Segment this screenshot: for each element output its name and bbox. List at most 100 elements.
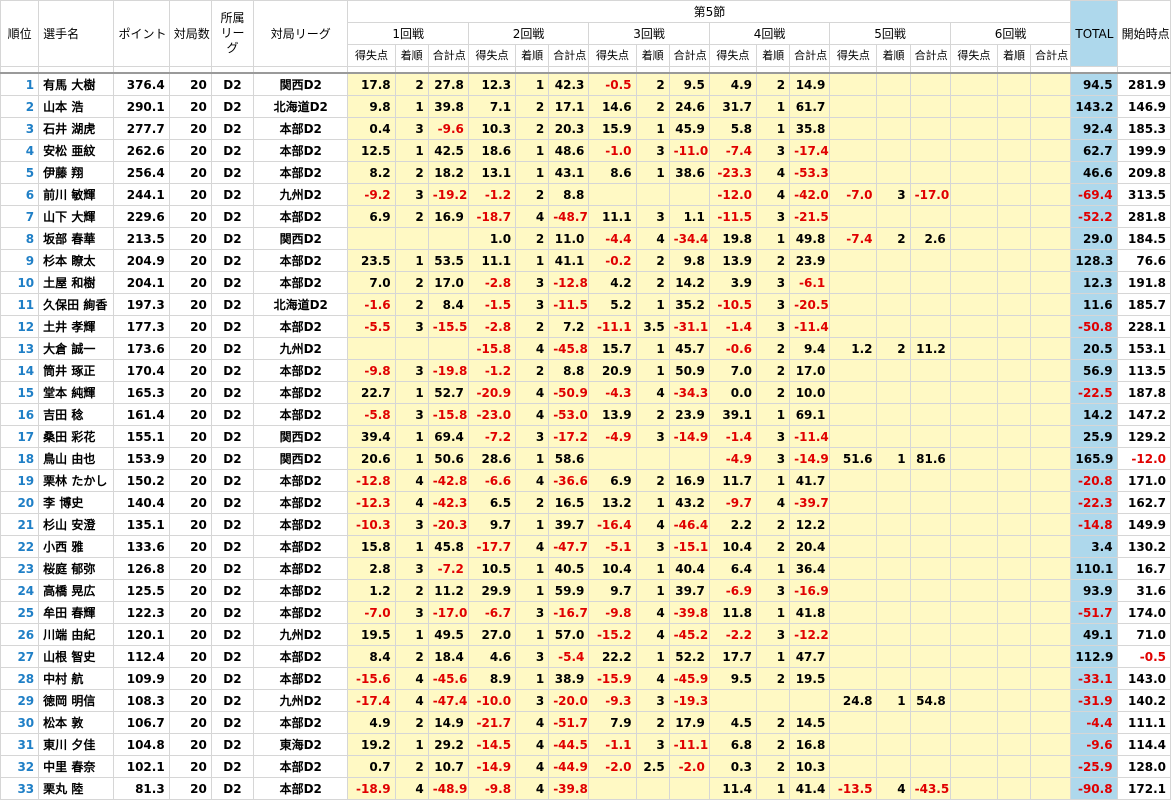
league-cell: 東海D2	[253, 733, 349, 756]
placing-cell: 1	[635, 557, 670, 580]
points-cell: 161.4	[113, 403, 170, 426]
subtotal-cell	[1030, 293, 1072, 316]
start-points-cell: 199.9	[1116, 139, 1171, 162]
player-name-cell: 山下 大輝	[38, 205, 115, 228]
total-cell: 92.4	[1070, 117, 1118, 140]
placing-cell: 2	[756, 249, 791, 272]
placing-cell: 2	[635, 72, 670, 96]
placing-cell: 1	[756, 95, 791, 118]
score-cell: 1.0	[467, 227, 517, 250]
subtotal-cell: 23.9	[789, 249, 831, 272]
subtotal-cell: -42.3	[427, 491, 469, 514]
player-name-cell: 李 博史	[38, 491, 115, 514]
total-cell: -90.8	[1070, 777, 1118, 800]
affiliation-cell: D2	[210, 161, 255, 184]
header-round-1: 1回戦	[347, 22, 469, 45]
subtotal-cell: 9.5	[668, 72, 710, 96]
placing-cell: 2	[635, 95, 670, 118]
score-cell: -6.7	[467, 601, 517, 624]
subtotal-cell	[789, 689, 831, 712]
start-points-cell: 162.7	[1116, 491, 1171, 514]
score-cell: -7.4	[708, 139, 758, 162]
league-cell: 本部D2	[253, 205, 349, 228]
score-cell	[829, 139, 878, 162]
header-round-2: 2回戦	[467, 22, 590, 45]
league-cell: 九州D2	[253, 183, 349, 206]
points-cell: 122.3	[113, 601, 170, 624]
affiliation-cell: D2	[210, 425, 255, 448]
subtotal-cell: 61.7	[789, 95, 831, 118]
placing-cell: 1	[394, 139, 429, 162]
rank-cell: 2	[0, 95, 40, 118]
score-cell: 1.2	[829, 337, 878, 360]
score-cell	[949, 425, 998, 448]
start-points-cell: 184.5	[1116, 227, 1171, 250]
score-cell: 19.2	[347, 733, 396, 756]
score-cell	[829, 72, 878, 96]
header-sub-4-3: 合計点	[789, 44, 831, 67]
subtotal-cell: 17.9	[668, 711, 710, 734]
start-points-cell: -0.5	[1116, 645, 1171, 668]
subtotal-cell	[1030, 755, 1072, 778]
score-cell: -7.0	[347, 601, 396, 624]
placing-cell: 1	[515, 579, 550, 602]
rank-cell: 3	[0, 117, 40, 140]
placing-cell	[996, 711, 1032, 734]
league-cell: 九州D2	[253, 623, 349, 646]
placing-cell: 4	[635, 513, 670, 536]
subtotal-cell	[1030, 249, 1072, 272]
score-cell: -13.5	[829, 777, 878, 800]
score-cell: 11.1	[588, 205, 637, 228]
score-cell: 5.8	[708, 117, 758, 140]
subtotal-cell: -12.8	[548, 271, 590, 294]
player-name-cell: 久保田 絢香	[38, 293, 115, 316]
placing-cell: 1	[515, 447, 550, 470]
score-cell: -23.3	[708, 161, 758, 184]
total-cell: -50.8	[1070, 315, 1118, 338]
total-cell: 143.2	[1070, 95, 1118, 118]
total-cell: 3.4	[1070, 535, 1118, 558]
placing-cell	[635, 777, 670, 800]
score-cell: 11.4	[708, 777, 758, 800]
score-cell: -4.3	[588, 381, 637, 404]
rank-cell: 30	[0, 711, 40, 734]
rank-cell: 10	[0, 271, 40, 294]
points-cell: 135.1	[113, 513, 170, 536]
games-cell: 20	[168, 711, 212, 734]
score-cell: 13.1	[467, 161, 517, 184]
games-cell: 20	[168, 161, 212, 184]
subtotal-cell	[1030, 425, 1072, 448]
total-cell: -9.6	[1070, 733, 1118, 756]
subtotal-cell: 16.8	[789, 733, 831, 756]
score-cell: 9.5	[708, 667, 758, 690]
placing-cell: 1	[635, 337, 670, 360]
placing-cell: 3	[756, 425, 791, 448]
score-cell	[588, 183, 637, 206]
placing-cell	[996, 667, 1032, 690]
score-cell	[949, 557, 998, 580]
score-cell	[829, 755, 878, 778]
subtotal-cell	[909, 425, 951, 448]
affiliation-cell: D2	[210, 469, 255, 492]
placing-cell	[876, 117, 911, 140]
games-cell: 20	[168, 95, 212, 118]
placing-cell: 3	[394, 359, 429, 382]
games-cell: 20	[168, 359, 212, 382]
placing-cell	[996, 227, 1032, 250]
score-cell	[949, 249, 998, 272]
score-cell: 19.5	[347, 623, 396, 646]
rank-cell: 26	[0, 623, 40, 646]
placing-cell	[876, 161, 911, 184]
placing-cell: 2	[756, 359, 791, 382]
score-cell: -9.7	[708, 491, 758, 514]
placing-cell	[876, 249, 911, 272]
score-cell: 11.8	[708, 601, 758, 624]
points-cell: 106.7	[113, 711, 170, 734]
rank-cell: 32	[0, 755, 40, 778]
total-cell: 11.6	[1070, 293, 1118, 316]
subtotal-cell: 41.8	[789, 601, 831, 624]
games-cell: 20	[168, 557, 212, 580]
league-cell: 本部D2	[253, 513, 349, 536]
header-sub-6-3: 合計点	[1030, 44, 1072, 67]
score-cell	[949, 623, 998, 646]
